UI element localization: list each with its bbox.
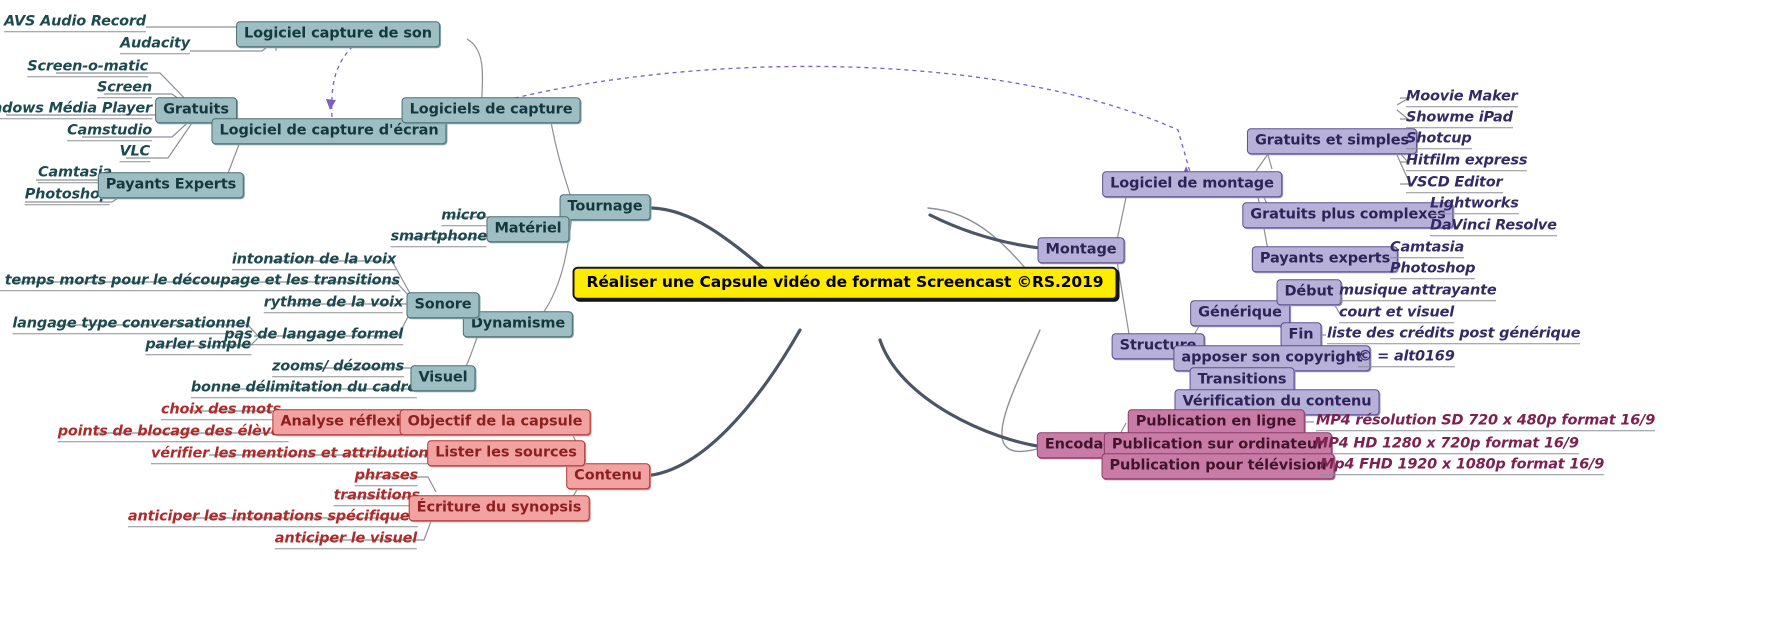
leaf-intonation-de-la-voix[interactable]: intonation de la voix bbox=[231, 252, 396, 270]
node-gratuits-plus-complexes[interactable]: Gratuits plus complexes bbox=[1242, 202, 1454, 228]
node-ecriture-du-synopsis[interactable]: Écriture du synopsis bbox=[408, 495, 590, 521]
leaf-anticiper-le-visuel[interactable]: anticiper le visuel bbox=[274, 531, 417, 549]
leaf-camstudio[interactable]: Camstudio bbox=[67, 123, 152, 141]
leaf-mp4-hd[interactable]: MP4 HD 1280 x 720p format 16/9 bbox=[1314, 436, 1579, 454]
leaf-lightworks[interactable]: Lightworks bbox=[1430, 196, 1519, 214]
leaf-parler-simple[interactable]: parler simple bbox=[145, 337, 251, 355]
leaf-avs-audio-record[interactable]: AVS Audio Record bbox=[3, 14, 146, 32]
leaf-points-de-blocage[interactable]: points de blocage des élèves bbox=[57, 424, 289, 442]
node-contenu[interactable]: Contenu bbox=[566, 463, 650, 489]
leaf-screen[interactable]: Screen bbox=[97, 80, 152, 98]
node-fin[interactable]: Fin bbox=[1280, 322, 1322, 348]
mindmap-canvas: Réaliser une Capsule vidéo de format Scr… bbox=[0, 0, 1769, 641]
leaf-camtasia-montage[interactable]: Camtasia bbox=[1390, 240, 1464, 258]
leaf-transitions[interactable]: transitions bbox=[333, 488, 420, 506]
leaf-liste-des-credits[interactable]: liste des crédits post générique bbox=[1327, 326, 1581, 344]
leaf-rythme-de-la-voix[interactable]: rythme de la voix bbox=[263, 295, 403, 313]
node-generique[interactable]: Générique bbox=[1190, 300, 1290, 326]
leaf-micro[interactable]: micro bbox=[441, 208, 486, 226]
central-topic[interactable]: Réaliser une Capsule vidéo de format Scr… bbox=[572, 266, 1118, 300]
leaf-smartphone[interactable]: smartphone bbox=[390, 229, 487, 247]
node-logiciels-de-capture[interactable]: Logiciels de capture bbox=[401, 97, 581, 123]
leaf-prevoir-temps-morts[interactable]: prévoir des temps morts pour le découpag… bbox=[0, 273, 400, 291]
leaf-choix-des-mots[interactable]: choix des mots bbox=[161, 402, 281, 420]
leaf-verifier-mentions[interactable]: vérifier les mentions et attributions bbox=[150, 446, 437, 464]
leaf-court-et-visuel[interactable]: court et visuel bbox=[1339, 305, 1454, 323]
leaf-langage-type-conversationnel[interactable]: langage type conversationnel bbox=[12, 316, 250, 334]
leaf-showme-ipad[interactable]: Showme iPad bbox=[1406, 110, 1513, 128]
node-logiciel-de-montage[interactable]: Logiciel de montage bbox=[1102, 171, 1282, 197]
node-tournage[interactable]: Tournage bbox=[559, 194, 651, 220]
leaf-musique-attrayante[interactable]: musique attrayante bbox=[1339, 283, 1497, 301]
node-materiel[interactable]: Matériel bbox=[486, 216, 570, 242]
node-sonore[interactable]: Sonore bbox=[406, 292, 480, 318]
leaf-zooms-dezooms[interactable]: zooms/ dézooms bbox=[272, 359, 404, 377]
node-payants-experts-capture[interactable]: Payants Experts bbox=[97, 172, 245, 198]
leaf-windows-media-player[interactable]: Windows Média Player bbox=[0, 101, 152, 119]
leaf-screen-o-matic[interactable]: Screen-o-matic bbox=[27, 59, 148, 77]
node-payants-experts-montage[interactable]: Payants experts bbox=[1251, 246, 1399, 272]
node-visuel[interactable]: Visuel bbox=[410, 365, 476, 391]
leaf-mp4-sd[interactable]: MP4 résolution SD 720 x 480p format 16/9 bbox=[1316, 413, 1655, 431]
node-publication-en-ligne[interactable]: Publication en ligne bbox=[1127, 409, 1305, 435]
leaf-davinci-resolve[interactable]: DaVinci Resolve bbox=[1430, 218, 1557, 236]
leaf-mp4-fhd[interactable]: Mp4 FHD 1920 x 1080p format 16/9 bbox=[1320, 457, 1604, 475]
leaf-shotcup[interactable]: Shotcup bbox=[1406, 131, 1472, 149]
node-publication-pour-television[interactable]: Publication pour télévision bbox=[1101, 453, 1335, 479]
leaf-alt0169[interactable]: © = alt0169 bbox=[1358, 349, 1455, 367]
leaf-vlc[interactable]: VLC bbox=[119, 144, 150, 162]
leaf-phrases[interactable]: phrases bbox=[354, 468, 418, 486]
leaf-photoshop-montage[interactable]: Photoshop bbox=[1390, 261, 1476, 279]
node-montage[interactable]: Montage bbox=[1037, 237, 1125, 263]
node-lister-les-sources[interactable]: Lister les sources bbox=[427, 440, 585, 466]
node-gratuits-et-simples[interactable]: Gratuits et simples bbox=[1246, 128, 1418, 154]
node-objectif-de-la-capsule[interactable]: Objectif de la capsule bbox=[399, 409, 591, 435]
node-logiciel-capture-de-son[interactable]: Logiciel capture de son bbox=[236, 21, 440, 47]
leaf-hitfilm-express[interactable]: Hitfilm express bbox=[1406, 153, 1527, 171]
node-debut[interactable]: Début bbox=[1276, 279, 1342, 305]
leaf-moovie-maker[interactable]: Moovie Maker bbox=[1406, 89, 1518, 107]
leaf-vscd-editor[interactable]: VSCD Editor bbox=[1406, 175, 1503, 193]
leaf-bonne-delimitation-du-cadre[interactable]: bonne délimitation du cadre bbox=[190, 380, 417, 398]
leaf-audacity[interactable]: Audacity bbox=[119, 36, 190, 54]
leaf-anticiper-intonations[interactable]: anticiper les intonations spécifiques bbox=[127, 509, 418, 527]
